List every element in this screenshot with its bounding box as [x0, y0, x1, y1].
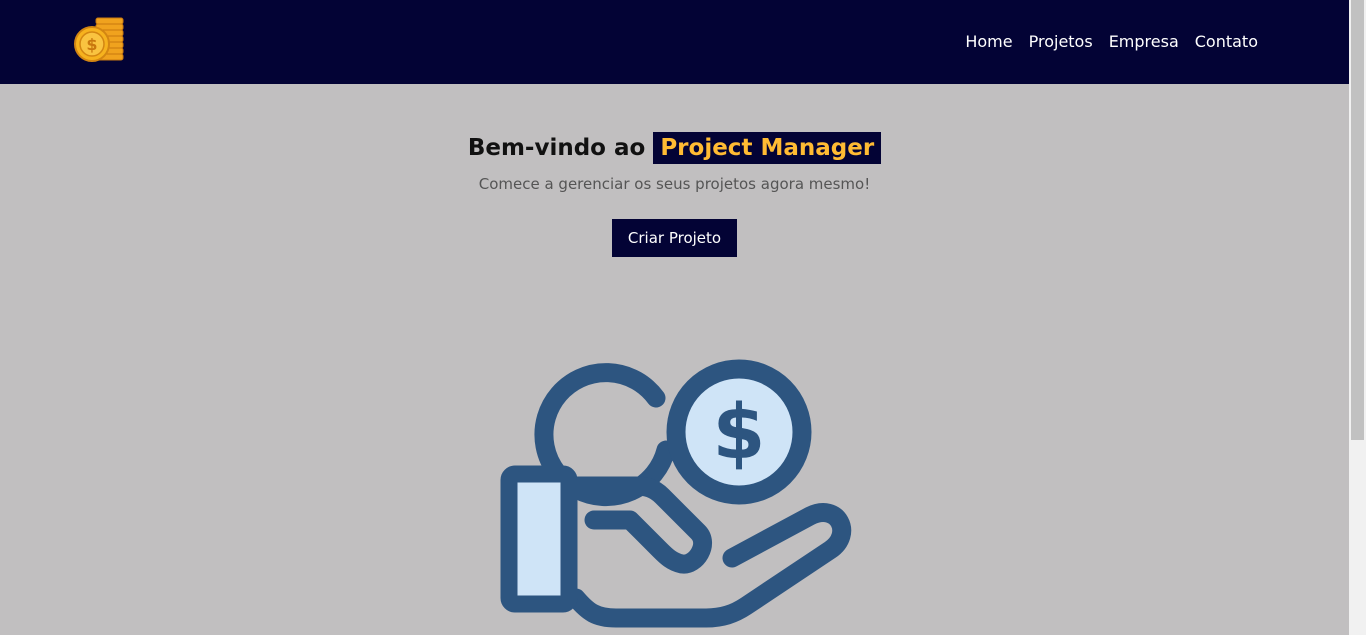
svg-text:$: $ — [713, 387, 766, 476]
nav-link-contato[interactable]: Contato — [1195, 31, 1258, 53]
coin-stack-icon[interactable]: $ — [74, 16, 124, 62]
hero-section: Bem-vindo ao Project Manager Comece a ge… — [0, 132, 1349, 257]
hand-holding-coins-icon: $ — [496, 306, 856, 635]
page-subtitle: Comece a gerenciar os seus projetos agor… — [478, 175, 871, 193]
browser-viewport: $ Home Projetos Empresa Contato Bem-vind… — [0, 0, 1366, 635]
page: $ Home Projetos Empresa Contato Bem-vind… — [0, 0, 1349, 635]
title-prefix: Bem-vindo ao — [467, 135, 646, 161]
navbar: $ Home Projetos Empresa Contato — [0, 0, 1349, 84]
title-highlight: Project Manager — [653, 132, 882, 164]
nav-link-projetos[interactable]: Projetos — [1029, 31, 1093, 53]
page-title: Bem-vindo ao Project Manager — [467, 132, 882, 164]
vertical-scrollbar[interactable] — [1349, 0, 1366, 635]
nav-link-empresa[interactable]: Empresa — [1109, 31, 1179, 53]
nav-link-home[interactable]: Home — [965, 31, 1012, 53]
scrollbar-thumb[interactable] — [1351, 0, 1364, 440]
svg-text:$: $ — [86, 35, 97, 54]
main-nav: Home Projetos Empresa Contato — [965, 31, 1258, 53]
create-project-button[interactable]: Criar Projeto — [611, 219, 738, 257]
